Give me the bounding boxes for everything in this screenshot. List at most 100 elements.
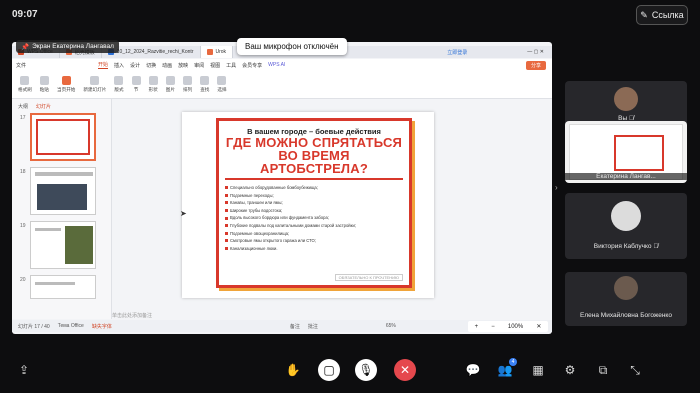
notes-placeholder[interactable]: 单击此处添加备注 <box>112 312 152 319</box>
menu-review[interactable]: 审阅 <box>194 62 204 69</box>
grid-icon[interactable]: ▦ <box>530 362 546 378</box>
ribbon-label: 查找 <box>200 87 210 92</box>
slide-thumbnail[interactable] <box>30 275 96 299</box>
mic-off-icon: 🎙̸ <box>653 243 659 250</box>
comments-toggle[interactable]: 批注 <box>308 323 318 330</box>
slide-number: 19 <box>20 223 26 229</box>
mic-off-icon[interactable]: 🎙 <box>355 359 377 381</box>
zoom-out-icon[interactable]: − <box>491 324 495 330</box>
close-icon[interactable]: ✕ <box>536 323 541 330</box>
link-button-label: Ссылка <box>651 10 684 20</box>
menu-slideshow[interactable]: 放映 <box>178 62 188 69</box>
ribbon-label: 形状 <box>148 87 158 92</box>
poster-divider <box>225 178 403 180</box>
window-controls[interactable]: — ▢ ✕ <box>527 49 544 55</box>
zoom-level: 100% <box>507 323 524 330</box>
ribbon-icon <box>114 76 124 85</box>
login-link[interactable]: 立即登录 <box>447 49 467 56</box>
theme-name: Тема Office <box>57 323 84 329</box>
tab-slides[interactable]: 幻灯片 <box>36 103 51 110</box>
ribbon-button[interactable]: 选择 <box>217 76 227 93</box>
wps-menu-bar: 文件 开始 插入 设计 切换 动画 放映 审阅 视图 工具 会员专享 WPS A… <box>12 59 552 71</box>
share-screen-icon[interactable]: ⇪ <box>16 362 32 378</box>
ribbon-icon <box>183 76 193 85</box>
wps-tab-active[interactable]: Urok <box>200 46 234 58</box>
ribbon-button[interactable]: 形状 <box>149 76 158 93</box>
ribbon-label: 节 <box>133 87 139 92</box>
participant-tile[interactable]: Елена Михайловна Богоженко <box>565 272 687 326</box>
ribbon-label: 图片 <box>165 87 175 92</box>
ppt-icon <box>206 49 213 55</box>
menu-transitions[interactable]: 切换 <box>146 62 156 69</box>
participant-name: Елена Михайловна Богоженко <box>580 312 672 319</box>
ribbon-icon <box>61 76 71 85</box>
participant-tile[interactable]: Виктория Каблучко 🎙̸ <box>565 193 687 259</box>
ribbon-button[interactable]: 格式刷 <box>18 76 32 93</box>
end-call-icon[interactable]: ✕ <box>394 359 416 381</box>
menu-file[interactable]: 文件 <box>16 62 26 69</box>
ribbon-label: 粘贴 <box>39 87 49 92</box>
ribbon-icon <box>165 76 175 85</box>
poster-list-item: Глубокие подвалы под капитальными домами… <box>225 222 403 230</box>
ribbon-button[interactable]: 排列 <box>183 76 192 93</box>
menu-view[interactable]: 视图 <box>210 62 220 69</box>
slide-counter: 幻灯片 17 / 40 <box>18 323 50 330</box>
slide-thumbnail[interactable] <box>30 167 96 215</box>
current-slide[interactable]: В вашем городе – боевые действия ГДЕ МОЖ… <box>182 112 434 298</box>
poster-list-item: Подземные переходы; <box>225 192 403 200</box>
poster-list-item: Смотровые ямы открытого гаража или СТО; <box>225 237 403 245</box>
ribbon-button[interactable]: 版式 <box>114 76 124 93</box>
ribbon-button[interactable]: 图片 <box>166 76 175 93</box>
slide-thumbnail[interactable] <box>30 221 96 269</box>
participants-icon[interactable]: 👥 4 <box>497 358 517 378</box>
ribbon-button[interactable]: 粘贴 <box>40 76 49 93</box>
hand-icon[interactable]: ✋ <box>285 362 301 378</box>
link-button[interactable]: ✎ Ссылка <box>636 5 688 25</box>
slide-thumbnail-selected[interactable] <box>30 113 96 161</box>
wps-share-button[interactable]: 分享 <box>525 60 546 70</box>
menu-animation[interactable]: 动画 <box>162 62 172 69</box>
ribbon-label: 格式刷 <box>18 87 32 92</box>
missing-font[interactable]: 缺失字体 <box>92 323 112 330</box>
camera-off-icon[interactable]: ▢ <box>318 359 340 381</box>
collapse-icon[interactable]: ⤡ <box>627 362 643 378</box>
notes-toggle[interactable]: 备注 <box>290 323 300 330</box>
chat-icon[interactable]: 💬 <box>465 362 481 378</box>
poster: В вашем городе – боевые действия ГДЕ МОЖ… <box>216 118 412 288</box>
zoom-small: 65% <box>385 323 396 329</box>
menu-member[interactable]: 会员专享 <box>242 62 262 69</box>
participant-tile-screen[interactable]: Екатерина Лангав... <box>565 121 687 183</box>
ribbon-icon <box>90 76 100 85</box>
settings-icon[interactable]: ⚙ <box>562 362 578 378</box>
cursor-icon: ➤ <box>180 209 187 218</box>
share-tag-label: Экран Екатерина Лангавал <box>32 43 114 50</box>
pin-icon: 📌 <box>21 43 30 51</box>
zoom-control[interactable]: + − 100% ✕ <box>468 321 548 332</box>
pip-icon[interactable]: ⧉ <box>595 362 611 378</box>
poster-footer: ОБЯЗАТЕЛЬНО К ПРОЧТЕНИЮ <box>334 274 403 281</box>
ribbon-label: 版式 <box>114 87 124 92</box>
poster-list-item: Специально оборудованные бомбоубежища; <box>225 184 403 192</box>
poster-list-item: Канализационные люки. <box>225 245 403 253</box>
ribbon-button[interactable]: 节 <box>131 76 141 93</box>
ribbon-button[interactable]: 当页开始 <box>57 76 75 93</box>
slide-number: 18 <box>20 169 26 175</box>
poster-list-item: Подземные овощехранилища; <box>225 230 403 238</box>
avatar <box>614 87 638 111</box>
menu-wps-ai[interactable]: WPS AI <box>268 62 285 68</box>
menu-tools[interactable]: 工具 <box>226 62 236 69</box>
tab-outline[interactable]: 大纲 <box>18 103 28 110</box>
ribbon-icon <box>20 76 30 85</box>
zoom-in-icon[interactable]: + <box>475 324 479 330</box>
ribbon-button[interactable]: 新建幻灯片 <box>83 76 106 93</box>
avatar <box>611 201 641 231</box>
menu-insert[interactable]: 插入 <box>114 62 124 69</box>
ribbon-button[interactable]: 查找 <box>200 76 209 93</box>
ribbon-icon <box>200 76 210 85</box>
menu-home[interactable]: 开始 <box>98 61 109 69</box>
ribbon-label: 新建幻灯片 <box>83 87 107 92</box>
menu-design[interactable]: 设计 <box>130 62 140 69</box>
chevron-right-icon[interactable]: › <box>555 183 558 192</box>
ribbon-label: 选择 <box>217 87 227 92</box>
shared-screen: WPS Office 稻壳模板 10_12_2024_Razvitie_rech… <box>12 42 552 334</box>
